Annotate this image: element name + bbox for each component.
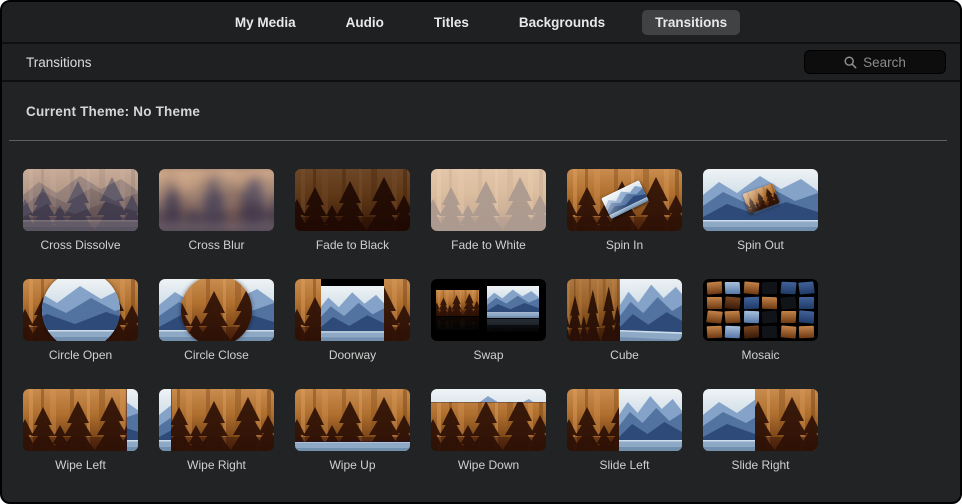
- forest-scene: [159, 389, 274, 451]
- transition-label: Slide Right: [731, 458, 790, 472]
- mountain-scene: [620, 279, 682, 341]
- transition-thumb-fade-to-white[interactable]: [431, 169, 546, 231]
- transition-item: Swap: [431, 279, 546, 362]
- transition-thumb-slide-right[interactable]: [703, 389, 818, 451]
- mountain-scene: [295, 441, 410, 451]
- forest-scene: [436, 290, 479, 316]
- transition-item: Wipe Up: [295, 389, 410, 472]
- forest-scene: [23, 389, 138, 451]
- transition-thumb-wipe-left[interactable]: [23, 389, 138, 451]
- transition-label: Cube: [610, 348, 639, 362]
- transition-label: Fade to White: [451, 238, 526, 252]
- transition-item: Mosaic: [703, 279, 818, 362]
- transitions-browser-panel: My Media Audio Titles Backgrounds Transition…: [0, 0, 962, 504]
- transition-thumb-slide-left[interactable]: [567, 389, 682, 451]
- mountain-scene: [431, 389, 546, 403]
- search-placeholder: Search: [863, 54, 906, 70]
- tab-transitions[interactable]: Transitions: [642, 9, 741, 35]
- transition-thumb-wipe-down[interactable]: [431, 389, 546, 451]
- transition-label: Mosaic: [741, 348, 780, 362]
- transition-thumb-circle-open[interactable]: [23, 279, 138, 341]
- transition-label: Circle Open: [48, 348, 113, 362]
- current-theme-bar: Current Theme: No Theme: [2, 82, 960, 141]
- transition-thumb-swap[interactable]: [431, 279, 546, 341]
- transition-label: Swap: [473, 348, 504, 362]
- transition-item: Wipe Down: [431, 389, 546, 472]
- transitions-grid: Cross Dissolve Cross Blur Fade to Black Fad…: [2, 141, 960, 472]
- transition-label: Spin In: [605, 238, 644, 252]
- search-field[interactable]: Search: [804, 50, 946, 74]
- transition-thumb-cube[interactable]: [567, 279, 682, 341]
- page-title: Transitions: [26, 54, 92, 70]
- transition-label: Doorway: [328, 348, 377, 362]
- mountain-scene: [126, 389, 138, 451]
- forest-scene: [384, 279, 410, 341]
- transition-thumb-spin-in[interactable]: [567, 169, 682, 231]
- transition-item: Wipe Right: [159, 389, 274, 472]
- transition-thumb-fade-to-black[interactable]: [295, 169, 410, 231]
- transition-item: Fade to White: [431, 169, 546, 252]
- tab-backgrounds[interactable]: Backgrounds: [506, 10, 618, 35]
- transition-label: Wipe Down: [457, 458, 520, 472]
- transition-label: Wipe Right: [187, 458, 246, 472]
- mountain-scene: [159, 389, 172, 451]
- transition-item: Cross Dissolve: [23, 169, 138, 252]
- transition-thumb-cross-dissolve[interactable]: [23, 169, 138, 231]
- transition-label: Circle Close: [184, 348, 249, 362]
- media-tab-bar: My Media Audio Titles Backgrounds Transition…: [2, 2, 960, 44]
- tab-audio[interactable]: Audio: [333, 10, 397, 35]
- transition-item: Doorway: [295, 279, 410, 362]
- transition-thumb-mosaic[interactable]: [703, 279, 818, 341]
- transition-label: Cross Dissolve: [40, 238, 121, 252]
- transition-label: Fade to Black: [315, 238, 390, 252]
- transition-label: Spin Out: [737, 238, 784, 252]
- browser-header: Transitions Search: [2, 44, 960, 82]
- transition-item: Fade to Black: [295, 169, 410, 252]
- tab-titles[interactable]: Titles: [421, 10, 482, 35]
- transition-thumb-doorway[interactable]: [295, 279, 410, 341]
- transition-thumb-spin-out[interactable]: [703, 169, 818, 231]
- transition-label: Cross Blur: [188, 238, 245, 252]
- transition-item: Slide Right: [703, 389, 818, 472]
- forest-scene: [755, 389, 818, 451]
- transition-label: Wipe Up: [329, 458, 376, 472]
- transition-item: Slide Left: [567, 389, 682, 472]
- transition-thumb-wipe-up[interactable]: [295, 389, 410, 451]
- mountain-scene: [42, 279, 120, 341]
- transition-label: Wipe Left: [55, 458, 106, 472]
- search-icon: [844, 55, 857, 68]
- transition-label: Slide Left: [599, 458, 650, 472]
- mountain-scene: [319, 286, 386, 341]
- forest-scene: [181, 279, 252, 341]
- transition-item: Cube: [567, 279, 682, 362]
- transition-thumb-cross-blur[interactable]: [159, 169, 274, 231]
- mountain-scene: [619, 389, 682, 451]
- transition-item: Wipe Left: [23, 389, 138, 472]
- tab-my-media[interactable]: My Media: [222, 10, 309, 35]
- mountain-scene: [487, 286, 539, 318]
- transition-item: Circle Close: [159, 279, 274, 362]
- transition-item: Cross Blur: [159, 169, 274, 252]
- transition-thumb-wipe-right[interactable]: [159, 389, 274, 451]
- current-theme-label: Current Theme: No Theme: [26, 104, 201, 119]
- transition-item: Circle Open: [23, 279, 138, 362]
- forest-scene: [295, 279, 321, 341]
- transition-item: Spin Out: [703, 169, 818, 252]
- transition-item: Spin In: [567, 169, 682, 252]
- transition-thumb-circle-close[interactable]: [159, 279, 274, 341]
